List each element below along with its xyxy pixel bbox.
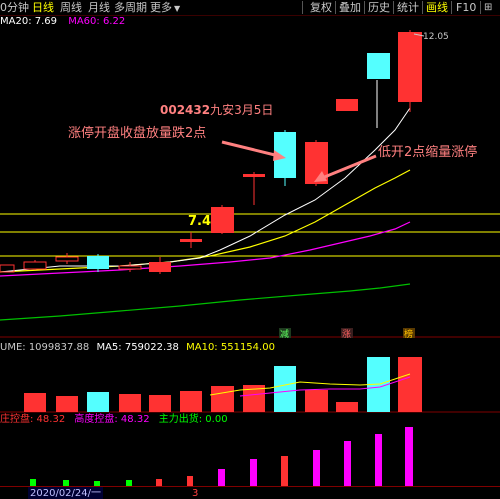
indicator-bar (187, 476, 193, 486)
indicator-bar (375, 434, 382, 486)
volume-bar (149, 395, 171, 412)
ma-magenta-line (0, 221, 411, 277)
indicator-bar (405, 427, 413, 486)
candle (55, 256, 79, 262)
candle (243, 174, 265, 177)
volume-bar (336, 402, 358, 412)
volume-bar (305, 390, 328, 412)
volume-bar (24, 393, 46, 412)
high-price-label: 12.05 (423, 32, 449, 42)
candlesticks (0, 30, 422, 274)
annotation-right: 低开2点缩量涨停 (378, 144, 477, 160)
candle (180, 239, 202, 242)
stock-code: 002432 (160, 103, 210, 117)
date-label: 2020/02/24/一 (28, 487, 104, 499)
volume-ma10-value: MA10: 551154.00 (186, 342, 275, 353)
date-axis: 2020/02/24/一 3 (0, 486, 500, 499)
indicator-a-value: 庄控盘: 48.32 (0, 414, 66, 425)
annotation-left: 涨停开盘收盘放量跌2点 (68, 125, 206, 141)
candle (118, 265, 142, 270)
volume-bar (87, 392, 109, 412)
indicator-bar (30, 479, 36, 486)
ma-green-line (0, 283, 411, 321)
annotation-title: 002432九安3月5日 (160, 102, 273, 117)
indicator-bar (344, 441, 351, 486)
marker-reduce: 减 (280, 328, 289, 340)
date-tick: 3 (192, 488, 199, 499)
candle (87, 256, 109, 269)
volume-bar (211, 386, 234, 412)
indicator-bars (30, 427, 413, 486)
indicator-bar (281, 456, 288, 486)
volume-bar (119, 394, 141, 412)
indicator-b-value: 高度控盘: 48.32 (74, 414, 150, 425)
volume-bar (180, 391, 202, 412)
indicator-bar (313, 450, 320, 486)
marker-list: 榜 (404, 328, 413, 340)
marker-rise: 涨 (342, 329, 351, 340)
stock-title-rest: 九安3月5日 (210, 102, 273, 117)
candle (149, 262, 171, 272)
candle (336, 99, 358, 111)
candle (367, 53, 390, 79)
indicator-bar (156, 479, 162, 486)
volume-value: UME: 1099837.88 (0, 342, 90, 353)
volume-legend: UME: 1099837.88 MA5: 759022.38 MA10: 551… (0, 341, 275, 354)
volume-bar (274, 366, 296, 412)
indicator-legend: 庄控盘: 48.32 高度控盘: 48.32 主力出货: 0.00 (0, 413, 228, 426)
candle (23, 261, 47, 270)
indicator-bar (250, 459, 257, 486)
stock-chart-window: 0分钟 日线 周线 月线 多周期 更多 ▼ 复权 叠加 历史 统计 画线 F10 … (0, 0, 500, 499)
indicator-bar (218, 469, 225, 486)
indicator-c-value: 主力出货: 0.00 (158, 414, 228, 425)
volume-ma5-value: MA5: 759022.38 (96, 342, 179, 353)
level-label: 7.4 (188, 214, 211, 229)
volume-bar (56, 396, 78, 412)
candle (398, 32, 422, 102)
candle (211, 207, 234, 233)
volume-bar (398, 357, 422, 412)
